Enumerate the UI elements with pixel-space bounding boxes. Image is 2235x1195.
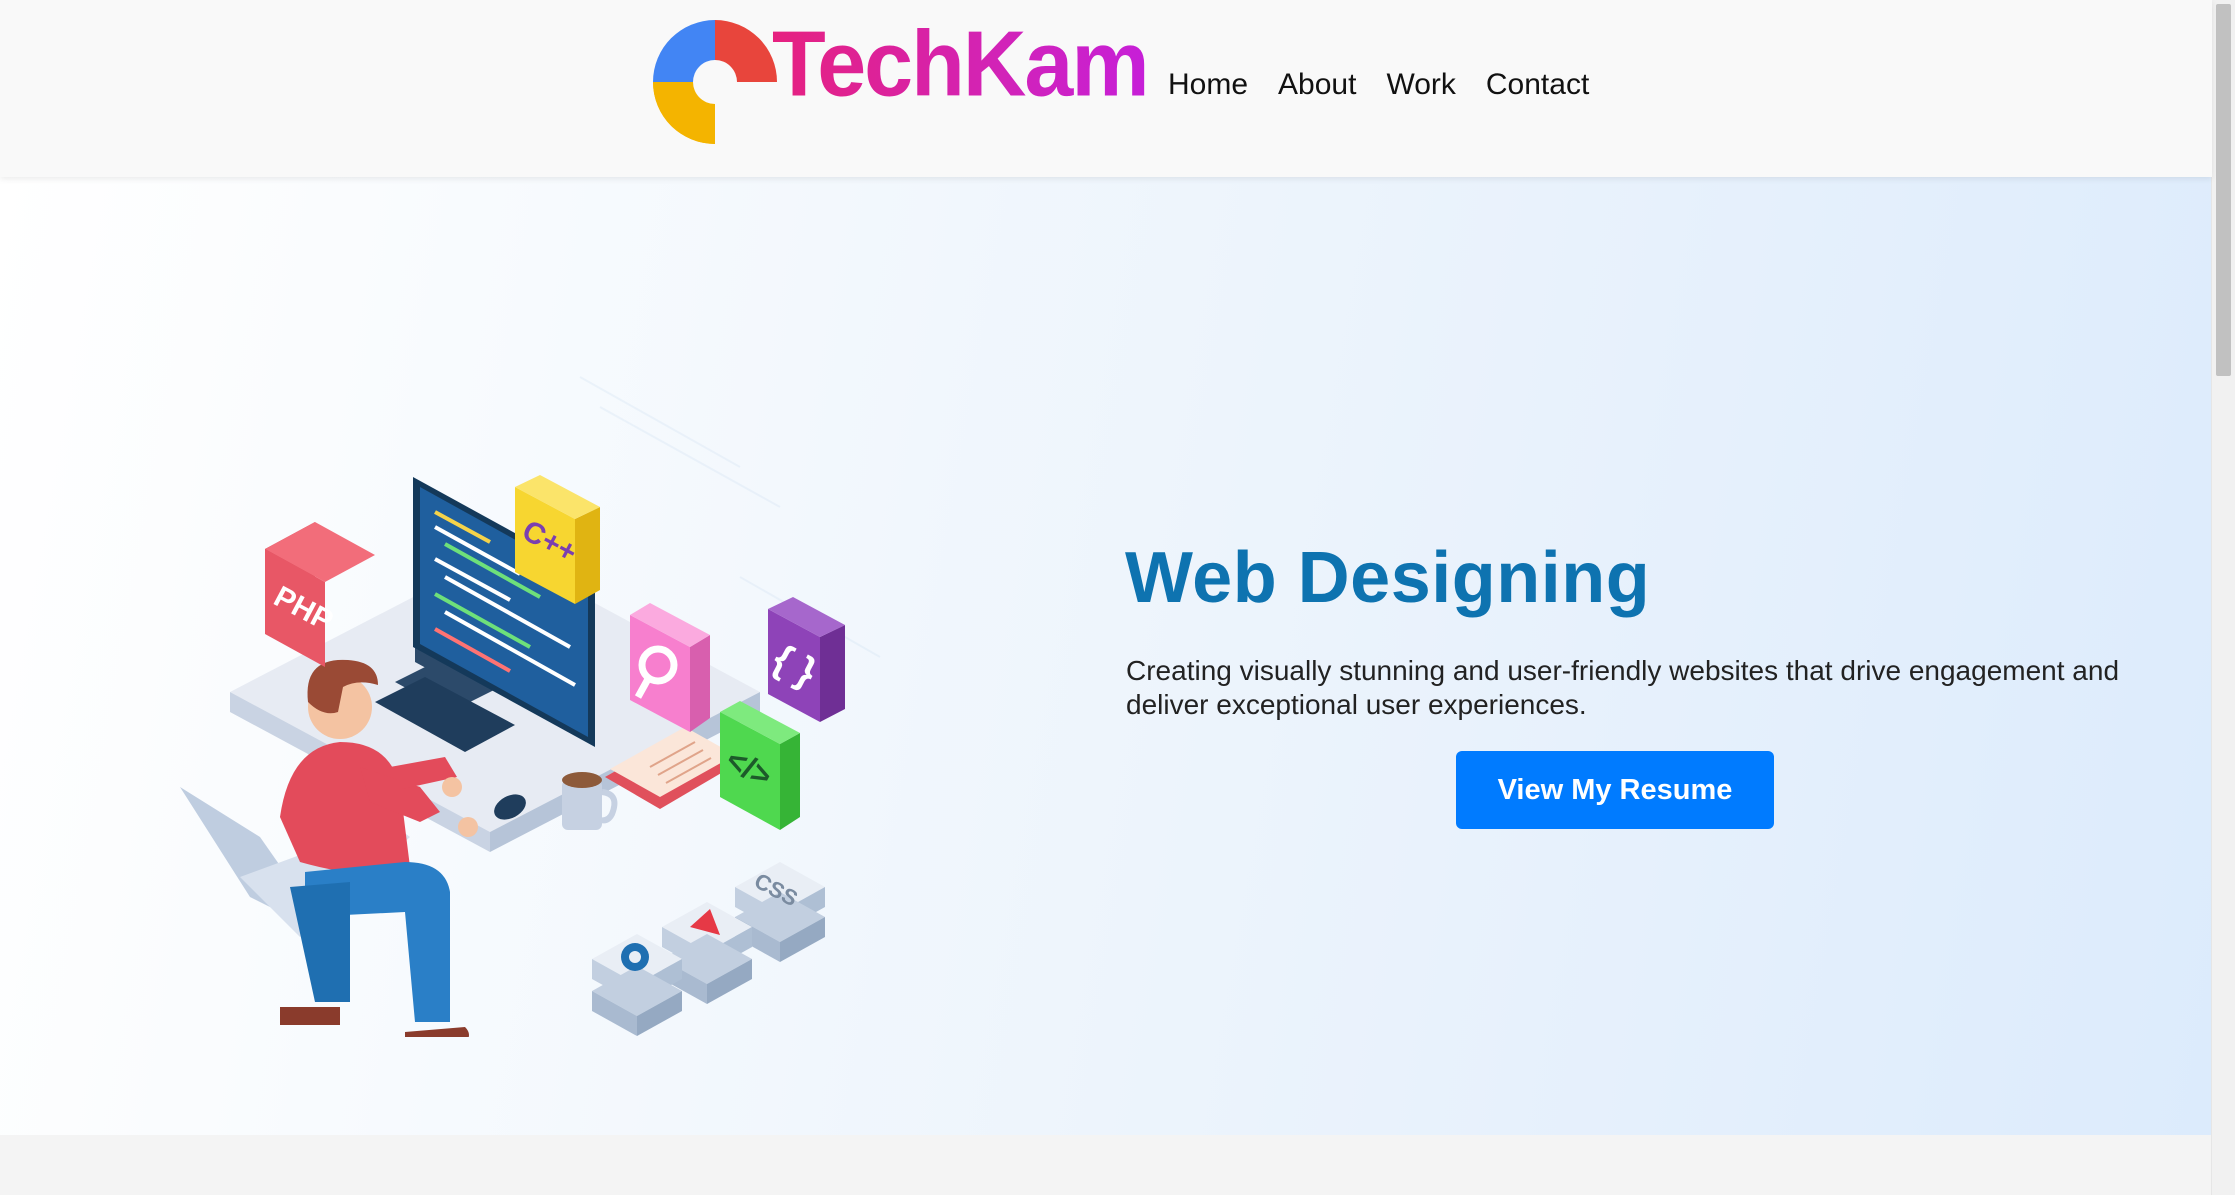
nav-about[interactable]: About	[1278, 68, 1356, 102]
view-resume-button[interactable]: View My Resume	[1456, 751, 1774, 829]
braces-tile: { }	[766, 597, 845, 722]
nav-home[interactable]: Home	[1168, 68, 1248, 102]
brand-name: TechKam	[772, 11, 1150, 116]
nav-contact[interactable]: Contact	[1486, 68, 1589, 102]
hero-title: Web Designing	[1125, 538, 1651, 618]
code-tile: </>	[720, 701, 800, 830]
nav-work[interactable]: Work	[1386, 68, 1455, 102]
site-header: TechKam Home About Work Contact	[0, 0, 2212, 177]
scrollbar-thumb[interactable]	[2216, 4, 2231, 376]
developer-illustration: PHP C++ { } </> CSS	[180, 376, 881, 1037]
main-nav: Home About Work Contact	[1168, 68, 1589, 102]
page-footer-strip	[0, 1135, 2212, 1195]
logo-mark-icon	[653, 20, 785, 152]
vertical-scrollbar[interactable]	[2211, 0, 2235, 1195]
hero-description: Creating visually stunning and user-frie…	[1126, 655, 2120, 720]
brand-logo[interactable]: TechKam	[645, 12, 1150, 152]
hero-section: PHP C++ { } </> CSS Web Designing Creati…	[0, 177, 2212, 1135]
